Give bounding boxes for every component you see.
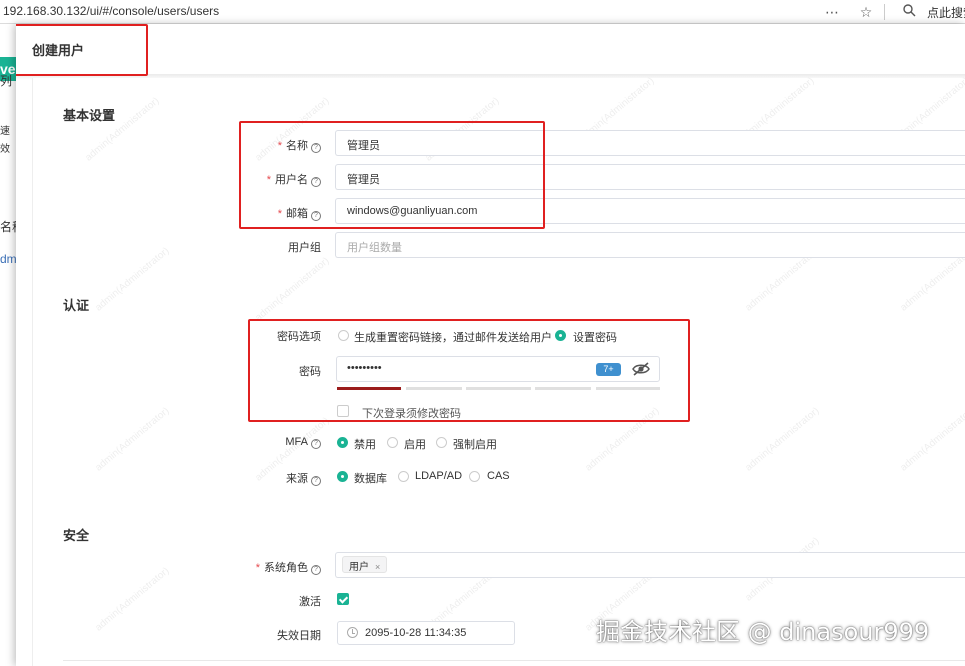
bg-fragment: 效	[0, 144, 10, 155]
mfa-label: MFA?	[285, 436, 321, 449]
search-icon[interactable]	[900, 3, 918, 21]
source-database-radio[interactable]	[337, 471, 348, 482]
mfa-enabled-radio[interactable]	[387, 437, 398, 448]
system-role-label-text: 系统角色	[264, 562, 308, 574]
source-ldap-radio[interactable]	[398, 471, 409, 482]
mfa-disabled-option[interactable]: 禁用	[354, 436, 376, 452]
system-role-label: * 系统角色?	[256, 559, 321, 575]
create-user-drawer: 创建用户 admin(Administrator) admin(Administ…	[16, 24, 965, 666]
source-label: 来源?	[286, 470, 321, 486]
remove-tag-icon[interactable]: ×	[375, 562, 380, 572]
url-text[interactable]: 192.168.30.132/ui/#/console/users/users	[3, 4, 219, 18]
expire-date-value: 2095-10-28 11:34:35	[365, 627, 467, 639]
source-cas-radio[interactable]	[469, 471, 480, 482]
bg-fragment: dm	[0, 252, 16, 266]
browser-search-label[interactable]: 点此搜索	[927, 4, 965, 21]
mfa-disabled-radio[interactable]	[337, 437, 348, 448]
site-watermark: 掘金技术社区 @ dinasour999	[596, 618, 930, 646]
help-icon[interactable]: ?	[311, 476, 321, 486]
active-label: 激活	[299, 596, 321, 608]
mfa-label-text: MFA	[285, 436, 308, 448]
browser-address-bar: 192.168.30.132/ui/#/console/users/users …	[0, 0, 965, 24]
mfa-enabled-option[interactable]: 启用	[404, 436, 426, 452]
active-checkbox[interactable]	[337, 593, 349, 605]
more-options-icon[interactable]: ⋯	[823, 3, 841, 21]
bg-fragment: 速	[0, 126, 10, 137]
highlight-box-account	[239, 121, 545, 229]
bg-fragment: 名称	[0, 220, 16, 234]
section-auth-title: 认证	[63, 298, 90, 313]
highlight-box-password	[248, 319, 690, 422]
help-icon[interactable]: ?	[311, 439, 321, 449]
section-security-title: 安全	[63, 528, 90, 543]
source-cas-option[interactable]: CAS	[487, 470, 510, 482]
role-tag-label: 用户	[349, 562, 369, 573]
role-tag: 用户 ×	[342, 556, 388, 573]
mfa-forced-option[interactable]: 强制启用	[453, 436, 497, 452]
background-app: ve 列 速 效 名称 dm	[0, 24, 16, 666]
favorite-star-icon[interactable]: ☆	[857, 3, 875, 21]
expire-date-picker[interactable]: 2095-10-28 11:34:35	[337, 621, 515, 645]
user-groups-label: 用户组	[288, 242, 321, 254]
drawer-header: 创建用户	[16, 24, 965, 74]
mfa-forced-radio[interactable]	[436, 437, 447, 448]
section-divider	[63, 660, 965, 661]
expire-date-label: 失效日期	[277, 630, 321, 642]
source-database-option[interactable]: 数据库	[354, 470, 387, 486]
source-ldap-option[interactable]: LDAP/AD	[415, 470, 462, 482]
system-role-select[interactable]	[335, 552, 965, 578]
user-groups-select[interactable]: 用户组数量	[335, 232, 965, 258]
source-label-text: 来源	[286, 473, 308, 485]
toolbar-divider	[884, 4, 885, 20]
clock-icon	[347, 627, 358, 638]
section-basic-title: 基本设置	[63, 108, 116, 123]
bg-fragment: 列	[0, 74, 13, 88]
help-icon[interactable]: ?	[311, 565, 321, 575]
highlight-box-title	[16, 24, 148, 76]
